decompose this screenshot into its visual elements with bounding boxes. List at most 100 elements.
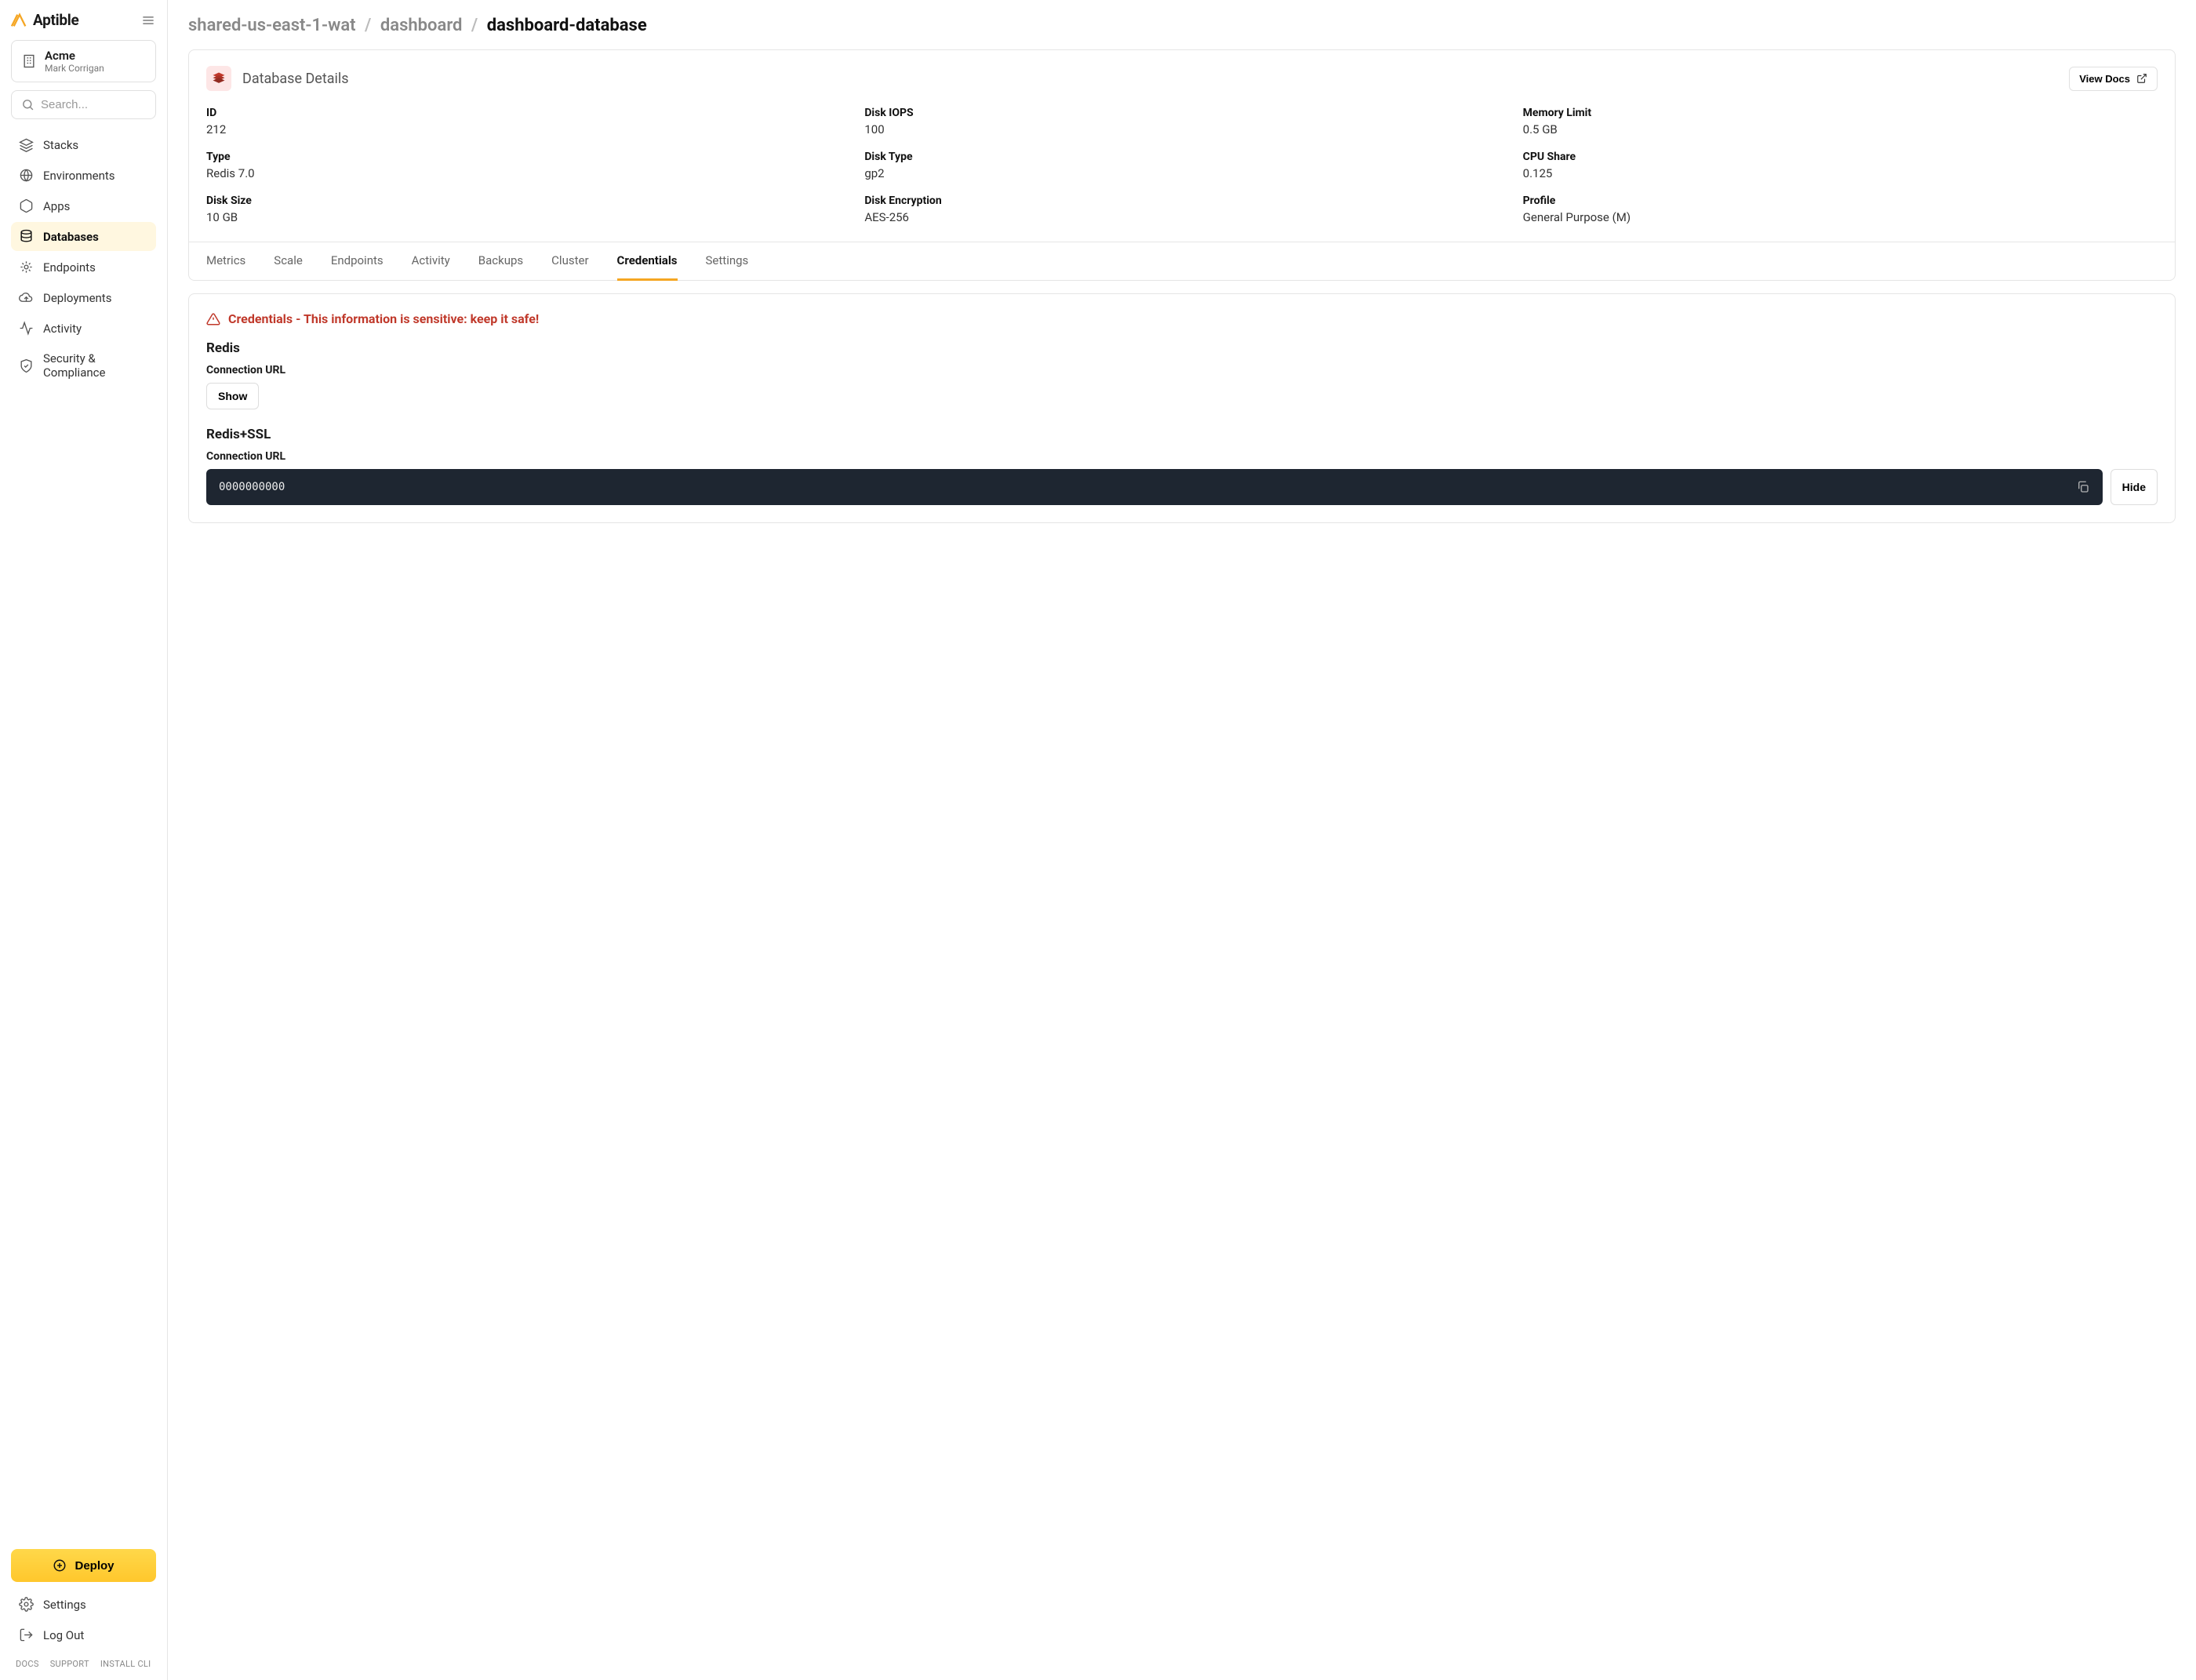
credentials-redis-section: Redis Connection URL Show: [206, 340, 2158, 409]
sidebar-header: Aptible: [11, 11, 156, 29]
main-content: shared-us-east-1-wat / dashboard / dashb…: [168, 0, 2196, 1680]
detail-id: ID 212: [206, 107, 841, 136]
org-selector[interactable]: Acme Mark Corrigan: [11, 40, 156, 82]
breadcrumb-part-1[interactable]: shared-us-east-1-wat: [188, 16, 356, 35]
connection-url-value: 0000000000: [219, 481, 285, 493]
detail-value: gp2: [864, 166, 1499, 180]
breadcrumb: shared-us-east-1-wat / dashboard / dashb…: [188, 16, 2176, 35]
plus-circle-icon: [53, 1558, 67, 1573]
detail-memory: Memory Limit 0.5 GB: [1523, 107, 2158, 136]
aptible-logo-icon: [11, 12, 28, 29]
credentials-card: Credentials - This information is sensit…: [188, 293, 2176, 523]
sidebar-item-label: Apps: [43, 199, 70, 213]
credentials-redis-ssl-section: Redis+SSL Connection URL 0000000000 Hide: [206, 427, 2158, 505]
deploy-button[interactable]: Deploy: [11, 1549, 156, 1582]
connection-url-label: Connection URL: [206, 450, 2158, 463]
sidebar: Aptible Acme Mark Corrigan Stacks Enviro…: [0, 0, 168, 1680]
endpoints-icon: [19, 260, 34, 275]
detail-label: CPU Share: [1523, 151, 2158, 163]
detail-value: 100: [864, 122, 1499, 136]
footer-link-support[interactable]: SUPPORT: [50, 1659, 89, 1669]
activity-icon: [19, 321, 34, 336]
view-docs-button[interactable]: View Docs: [2069, 67, 2158, 91]
external-link-icon: [2136, 73, 2147, 84]
footer-links: DOCS SUPPORT INSTALL CLI: [11, 1659, 156, 1669]
detail-label: Memory Limit: [1523, 107, 2158, 119]
breadcrumb-separator: /: [471, 16, 478, 35]
sidebar-item-settings[interactable]: Settings: [11, 1590, 156, 1619]
copy-icon[interactable]: [2076, 480, 2090, 494]
shield-icon: [19, 358, 34, 373]
database-icon: [19, 229, 34, 244]
detail-cpu: CPU Share 0.125: [1523, 151, 2158, 180]
sidebar-item-security[interactable]: Security & Compliance: [11, 344, 156, 387]
sidebar-item-deployments[interactable]: Deployments: [11, 283, 156, 312]
detail-label: Profile: [1523, 195, 2158, 207]
logout-icon: [19, 1627, 34, 1642]
detail-profile: Profile General Purpose (M): [1523, 195, 2158, 224]
search-box[interactable]: [11, 90, 156, 119]
sidebar-item-environments[interactable]: Environments: [11, 161, 156, 190]
sidebar-item-label: Log Out: [43, 1628, 84, 1642]
tab-scale[interactable]: Scale: [274, 242, 303, 281]
show-button[interactable]: Show: [206, 383, 259, 409]
nav-list: Stacks Environments Apps Databases Endpo…: [11, 130, 156, 388]
sidebar-item-apps[interactable]: Apps: [11, 191, 156, 220]
sidebar-item-label: Databases: [43, 230, 99, 244]
tab-backups[interactable]: Backups: [478, 242, 523, 281]
tab-credentials[interactable]: Credentials: [617, 242, 678, 281]
globe-icon: [19, 168, 34, 183]
detail-value: 212: [206, 122, 841, 136]
detail-label: Disk Type: [864, 151, 1499, 163]
stacks-icon: [19, 137, 34, 152]
details-card: Database Details View Docs ID 212 Disk I…: [188, 49, 2176, 281]
credentials-warning: Credentials - This information is sensit…: [206, 311, 2158, 326]
hide-button[interactable]: Hide: [2111, 469, 2158, 505]
detail-value: 0.5 GB: [1523, 122, 2158, 136]
detail-disk-type: Disk Type gp2: [864, 151, 1499, 180]
gear-icon: [19, 1597, 34, 1612]
redis-icon: [206, 66, 231, 91]
sidebar-item-endpoints[interactable]: Endpoints: [11, 253, 156, 282]
detail-label: Disk Size: [206, 195, 841, 207]
deploy-label: Deploy: [75, 1559, 114, 1573]
detail-value: 10 GB: [206, 210, 841, 224]
section-title: Redis: [206, 340, 2158, 356]
detail-value: Redis 7.0: [206, 166, 841, 180]
sidebar-item-label: Activity: [43, 322, 82, 336]
sidebar-item-label: Security & Compliance: [43, 351, 148, 380]
menu-toggle-icon[interactable]: [140, 13, 156, 28]
search-icon: [21, 98, 35, 111]
sidebar-item-logout[interactable]: Log Out: [11, 1620, 156, 1649]
sidebar-item-label: Endpoints: [43, 260, 96, 275]
sidebar-item-stacks[interactable]: Stacks: [11, 130, 156, 159]
detail-type: Type Redis 7.0: [206, 151, 841, 180]
warning-text: Credentials - This information is sensit…: [228, 311, 539, 326]
details-grid: ID 212 Disk IOPS 100 Memory Limit 0.5 GB…: [189, 100, 2175, 242]
building-icon: [21, 53, 37, 69]
search-input[interactable]: [41, 98, 146, 111]
tab-endpoints[interactable]: Endpoints: [331, 242, 384, 281]
details-header: Database Details View Docs: [189, 50, 2175, 100]
footer-nav: Settings Log Out: [11, 1590, 156, 1651]
detail-value: AES-256: [864, 210, 1499, 224]
org-name: Acme: [45, 49, 104, 63]
detail-label: Type: [206, 151, 841, 163]
breadcrumb-part-2[interactable]: dashboard: [380, 16, 463, 35]
sidebar-item-databases[interactable]: Databases: [11, 222, 156, 251]
logo-text: Aptible: [33, 11, 79, 29]
tab-activity[interactable]: Activity: [412, 242, 450, 281]
sidebar-item-activity[interactable]: Activity: [11, 314, 156, 343]
detail-encryption: Disk Encryption AES-256: [864, 195, 1499, 224]
section-title: Redis+SSL: [206, 427, 2158, 442]
cloud-up-icon: [19, 290, 34, 305]
tab-metrics[interactable]: Metrics: [206, 242, 245, 281]
connection-url-label: Connection URL: [206, 364, 2158, 376]
logo[interactable]: Aptible: [11, 11, 79, 29]
tab-settings[interactable]: Settings: [706, 242, 749, 281]
footer-link-docs[interactable]: DOCS: [16, 1659, 39, 1669]
footer-link-install-cli[interactable]: INSTALL CLI: [100, 1659, 151, 1669]
warning-icon: [206, 312, 220, 326]
tab-cluster[interactable]: Cluster: [551, 242, 588, 281]
detail-iops: Disk IOPS 100: [864, 107, 1499, 136]
